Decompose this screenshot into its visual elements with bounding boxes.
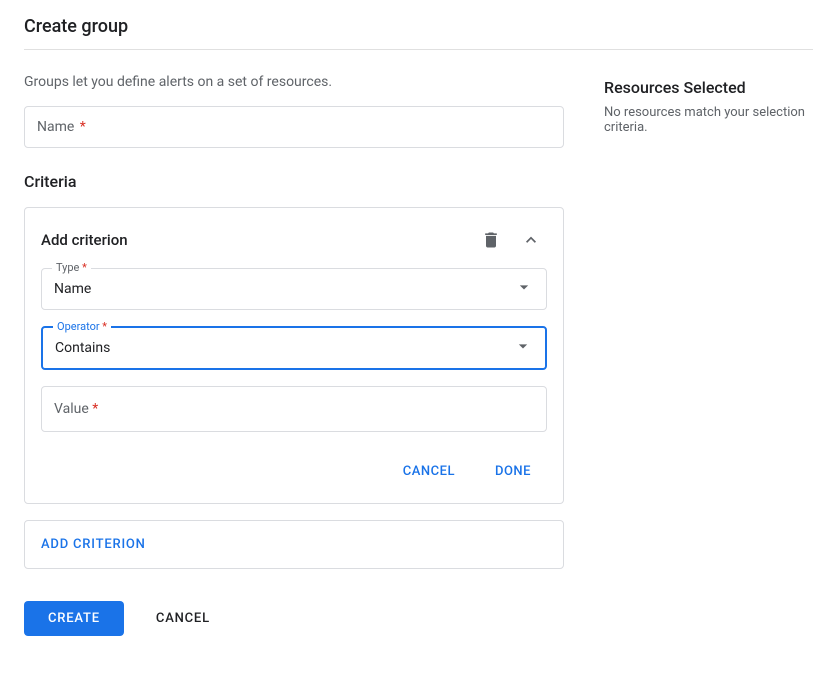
card-header-actions [475,224,547,256]
type-select-container: Type * Name Label Tag Region Zone [41,268,547,310]
operator-form-field: Operator * Contains Equals Starts with E… [41,326,547,370]
criteria-section-title: Criteria [24,172,564,191]
cancel-button[interactable]: CANCEL [132,601,234,636]
collapse-criterion-button[interactable] [515,224,547,256]
description-text: Groups let you define alerts on a set of… [24,74,564,90]
type-select[interactable]: Name Label Tag Region Zone [42,269,546,309]
value-field-container: Value * [41,386,547,432]
resources-panel: Resources Selected No resources match yo… [604,74,813,636]
name-input[interactable] [25,107,563,147]
operator-select[interactable]: Contains Equals Starts with Ends with Do… [43,328,545,368]
criteria-section: Criteria Add criterion [24,172,564,569]
criteria-card-title: Add criterion [41,231,128,249]
criteria-card-header: Add criterion [25,208,563,268]
criterion-done-button[interactable]: DONE [479,456,547,487]
card-actions: CANCEL DONE [41,448,547,487]
type-field-label: Type * [52,261,91,274]
page-title: Create group [24,16,128,37]
create-button[interactable]: CREATE [24,601,124,636]
criteria-card-body: Type * Name Label Tag Region Zone [25,268,563,503]
value-form-field: Value * [41,386,547,432]
resources-empty-message: No resources match your selection criter… [604,105,813,135]
type-form-field: Type * Name Label Tag Region Zone [41,268,547,310]
criterion-cancel-button[interactable]: CANCEL [387,456,471,487]
operator-select-container: Operator * Contains Equals Starts with E… [41,326,547,370]
criteria-card: Add criterion [24,207,564,504]
operator-field-label: Operator * [53,320,111,333]
delete-criterion-button[interactable] [475,224,507,256]
add-criterion-button[interactable]: ADD CRITERION [24,520,564,569]
name-text-field: Name * [24,106,564,148]
value-input[interactable] [42,387,546,431]
resources-panel-title: Resources Selected [604,78,813,97]
name-field-container: Name * [24,106,564,148]
bottom-actions: CREATE CANCEL [24,601,564,636]
